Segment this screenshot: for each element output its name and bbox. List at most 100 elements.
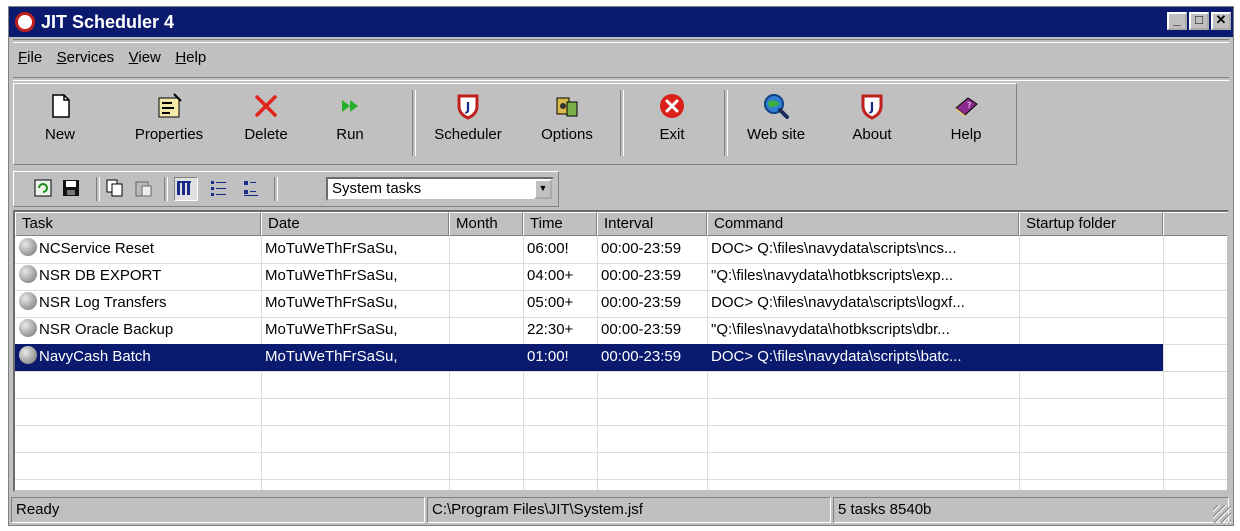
column-header-filler [1163, 212, 1227, 236]
new-label: New [44, 126, 75, 143]
cell-startup-folder [1019, 290, 1163, 317]
cell-command: DOC> Q:\files\navydata\scripts\batc... [711, 348, 962, 365]
table-row[interactable]: NSR Oracle Backup MoTuWeThFrSaSu, 22:30+… [15, 317, 1163, 344]
small-icons-view-icon[interactable] [242, 179, 260, 197]
toolbar-separator [620, 90, 624, 156]
about-label: About [852, 126, 892, 143]
cell-interval: 00:00-23:59 [601, 294, 682, 311]
delete-button[interactable]: Delete [236, 90, 296, 158]
main-toolbar: New Properties Delete Run J Scheduler Op… [13, 83, 1017, 165]
run-play-icon [336, 92, 364, 120]
column-header-task[interactable]: Task [15, 212, 261, 236]
paste-icon[interactable] [134, 179, 152, 197]
table-row[interactable]: NCService Reset MoTuWeThFrSaSu, 06:00! 0… [15, 236, 1163, 263]
copy-icon[interactable] [106, 179, 124, 197]
cell-date: MoTuWeThFrSaSu, [265, 267, 398, 284]
cell-date: MoTuWeThFrSaSu, [265, 240, 398, 257]
website-button[interactable]: Web site [740, 90, 812, 158]
about-shield-icon: J [858, 92, 886, 120]
secondary-toolbar: System tasks ▼ [13, 171, 559, 207]
cell-interval: 00:00-23:59 [601, 348, 682, 365]
cell-month [449, 290, 523, 317]
close-button[interactable]: ✕ [1211, 12, 1231, 30]
exit-icon [658, 92, 686, 120]
grid-line [1163, 236, 1164, 490]
run-button[interactable]: Run [328, 90, 372, 158]
cell-command: DOC> Q:\files\navydata\scripts\ncs... [711, 240, 957, 257]
exit-label: Exit [659, 126, 685, 143]
cell-time: 06:00! [527, 240, 569, 257]
cell-command: "Q:\files\navydata\hotbkscripts\dbr... [711, 321, 950, 338]
status-task-summary: 5 tasks 8540b [833, 497, 1229, 523]
cell-interval: 00:00-23:59 [601, 240, 682, 257]
column-header-interval[interactable]: Interval [597, 212, 707, 236]
properties-icon [155, 92, 183, 120]
menu-bar: File Services View Help [13, 45, 211, 73]
options-button[interactable]: Options [534, 90, 600, 158]
grid-line [15, 452, 1227, 453]
cell-task: NSR DB EXPORT [15, 263, 261, 290]
grid-line [15, 371, 1227, 372]
table-row-selected[interactable]: NavyCash Batch MoTuWeThFrSaSu, 01:00! 00… [15, 344, 1163, 371]
menu-view[interactable]: View [124, 45, 166, 70]
cell-task: NavyCash Batch [15, 344, 261, 371]
jit-app-icon[interactable] [15, 12, 35, 32]
grid-line [15, 425, 1227, 426]
cell-command: DOC> Q:\files\navydata\scripts\logxf... [711, 294, 965, 311]
details-view-icon[interactable] [174, 177, 198, 201]
window-title: JIT Scheduler 4 [41, 12, 175, 32]
toolbar-separator [164, 177, 168, 201]
refresh-icon[interactable] [34, 179, 52, 197]
help-button[interactable]: ? Help [942, 90, 990, 158]
cell-month [449, 344, 523, 371]
delete-x-icon [252, 92, 280, 120]
cell-time: 04:00+ [527, 267, 574, 284]
cell-interval: 00:00-23:59 [601, 267, 682, 284]
delete-label: Delete [244, 126, 288, 143]
column-header-startup-folder[interactable]: Startup folder [1019, 212, 1163, 236]
options-label: Options [541, 126, 593, 143]
minimize-button[interactable]: _ [1167, 12, 1187, 30]
cell-startup-folder [1019, 344, 1163, 371]
svg-text:J: J [869, 100, 874, 114]
table-row[interactable]: NSR Log Transfers MoTuWeThFrSaSu, 05:00+… [15, 290, 1163, 317]
new-button[interactable]: New [32, 90, 88, 158]
cell-command: "Q:\files\navydata\hotbkscripts\exp... [711, 267, 954, 284]
cell-task: NCService Reset [15, 236, 261, 263]
maximize-button[interactable]: □ [1189, 12, 1209, 30]
column-header-time[interactable]: Time [523, 212, 597, 236]
cell-time: 22:30+ [527, 321, 574, 338]
menu-services[interactable]: Services [52, 45, 120, 70]
svg-text:J: J [465, 100, 470, 114]
column-header-command[interactable]: Command [707, 212, 1019, 236]
cell-time: 05:00+ [527, 294, 574, 311]
cell-date: MoTuWeThFrSaSu, [265, 294, 398, 311]
scheduler-button[interactable]: J Scheduler [426, 90, 510, 158]
menu-help[interactable]: Help [170, 45, 211, 70]
chevron-down-icon[interactable]: ▼ [534, 179, 552, 199]
cell-date: MoTuWeThFrSaSu, [265, 348, 398, 365]
column-header-month[interactable]: Month [449, 212, 523, 236]
task-filter-select[interactable]: System tasks ▼ [326, 177, 554, 201]
task-filter-value: System tasks [332, 180, 422, 197]
toolbar-separator [412, 90, 416, 156]
title-bar[interactable]: JIT Scheduler 4 _ □ ✕ [9, 7, 1233, 37]
status-file-path: C:\Program Files\JIT\System.jsf [427, 497, 831, 523]
cell-month [449, 263, 523, 290]
cell-task: NSR Oracle Backup [15, 317, 261, 344]
save-icon[interactable] [62, 179, 80, 197]
properties-button[interactable]: Properties [124, 90, 214, 158]
column-header-date[interactable]: Date [261, 212, 449, 236]
task-list[interactable]: Task Date Month Time Interval Command St… [13, 210, 1229, 492]
table-row[interactable]: NSR DB EXPORT MoTuWeThFrSaSu, 04:00+ 00:… [15, 263, 1163, 290]
list-view-icon[interactable] [210, 179, 228, 197]
menu-file[interactable]: File [13, 45, 47, 70]
about-button[interactable]: J About [844, 90, 900, 158]
cell-month [449, 317, 523, 344]
resize-grip[interactable] [1213, 505, 1231, 523]
app-window: JIT Scheduler 4 _ □ ✕ File Services View… [8, 6, 1234, 526]
scheduled-task-icon [19, 346, 37, 364]
exit-button[interactable]: Exit [650, 90, 694, 158]
scheduled-task-icon [19, 265, 37, 283]
cell-date: MoTuWeThFrSaSu, [265, 321, 398, 338]
